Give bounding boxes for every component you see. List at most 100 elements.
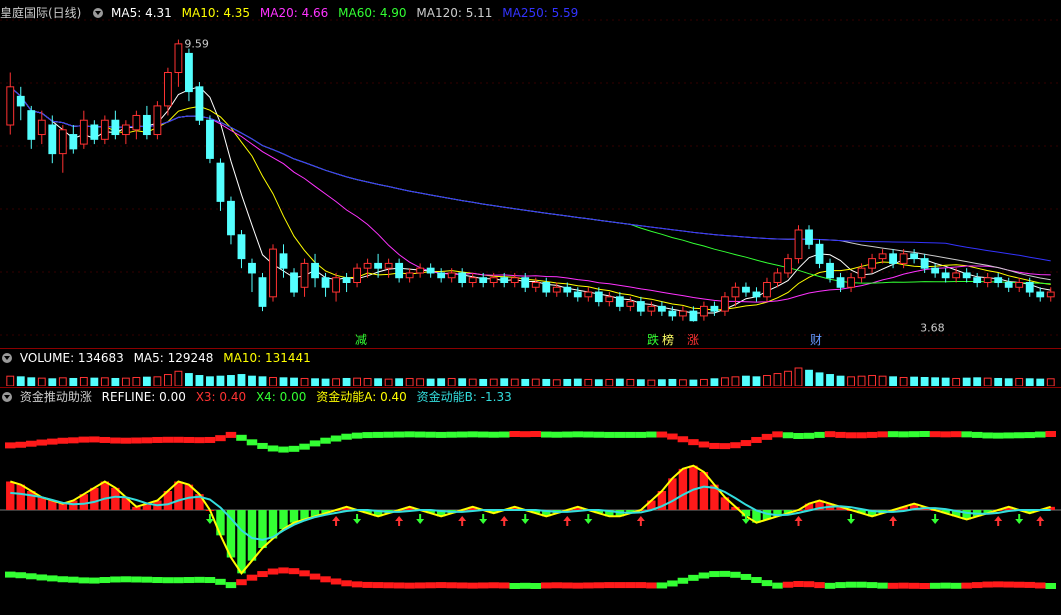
candle-body <box>69 134 78 150</box>
candle-body <box>605 296 614 303</box>
volume-bar <box>90 377 99 386</box>
upper-envelope-step <box>982 432 993 439</box>
lower-envelope-step <box>446 582 457 589</box>
candle-body <box>878 253 887 260</box>
volume-bar <box>563 378 572 386</box>
volume-bar <box>983 377 992 386</box>
candle-body <box>647 305 656 312</box>
candle-body <box>279 253 288 269</box>
lower-envelope-step <box>1034 582 1046 589</box>
volume-bar <box>878 375 887 386</box>
upper-envelope-step <box>141 437 153 444</box>
volume-bar <box>962 377 971 386</box>
fund-b-label: 资金动能B: -1.33 <box>416 390 512 404</box>
volume-bar <box>174 370 183 386</box>
fund-bar <box>216 510 225 536</box>
volume-bar <box>100 377 109 386</box>
volume-bar <box>773 373 782 386</box>
lower-envelope-step <box>646 582 657 589</box>
event-marker-cai[interactable]: 财 <box>810 333 822 347</box>
lower-envelope-step <box>120 576 132 583</box>
candle-body <box>290 272 298 293</box>
candle-body <box>889 253 898 264</box>
lower-envelope-step <box>635 582 647 589</box>
sell-arrow-icon <box>584 514 593 524</box>
volume-bar <box>311 378 319 386</box>
volume-bar <box>342 377 351 386</box>
ma-line-ma5 <box>9 86 1051 314</box>
volume-bar <box>784 370 792 386</box>
collapse-icon[interactable] <box>93 8 104 18</box>
candle-body <box>626 301 635 307</box>
lower-envelope-step <box>866 582 878 589</box>
upper-envelope-step <box>541 431 552 438</box>
upper-envelope-step <box>1024 432 1035 439</box>
lower-envelope-step <box>236 579 247 586</box>
volume-pane[interactable] <box>0 366 1061 386</box>
lower-envelope-step <box>215 578 226 585</box>
event-marker-bang[interactable]: 榜 <box>662 333 674 347</box>
candle-body <box>79 119 88 145</box>
lower-envelope-step <box>761 580 773 587</box>
lower-envelope-step <box>709 571 720 578</box>
upper-envelope-step <box>162 436 174 443</box>
volume-bar <box>668 378 677 386</box>
volume-bar <box>531 378 540 386</box>
upper-envelope-step <box>709 442 720 449</box>
candle-body <box>794 229 803 260</box>
volume-bar <box>447 377 456 386</box>
lower-envelope-step <box>982 581 993 588</box>
fund-bar <box>100 481 110 510</box>
candle-body <box>952 272 961 279</box>
volume-bar <box>710 378 719 386</box>
lower-envelope-step <box>751 577 762 584</box>
volume-bar <box>37 377 46 386</box>
volume-bar <box>500 378 509 386</box>
volume-bar <box>941 377 950 386</box>
collapse-icon[interactable] <box>2 392 12 402</box>
lower-envelope-step <box>845 581 857 588</box>
candle-body <box>615 296 624 307</box>
lower-envelope-step <box>246 574 258 581</box>
candle-body <box>805 229 813 245</box>
pane-divider[interactable] <box>0 387 1061 388</box>
ma10-label: MA10: 4.35 <box>181 6 251 20</box>
upper-envelope-step <box>898 431 909 438</box>
candle-body <box>479 277 488 283</box>
volume-bar <box>48 378 57 386</box>
event-marker-zhang[interactable]: 涨 <box>687 333 699 347</box>
candle-body <box>248 262 256 274</box>
lower-envelope-step <box>152 577 163 584</box>
event-marker-die[interactable]: 跌 <box>647 333 659 347</box>
upper-envelope-step <box>625 431 636 438</box>
lower-envelope-step <box>562 582 573 589</box>
collapse-icon[interactable] <box>2 353 12 363</box>
candle-body <box>426 267 435 274</box>
upper-envelope-step <box>204 436 216 443</box>
lower-envelope-step <box>667 580 678 587</box>
candle-body <box>311 262 319 279</box>
fund-bar <box>174 481 183 510</box>
candle-body <box>521 277 530 288</box>
price-pane[interactable]: 9.59 3.68 <box>0 0 1061 348</box>
candle-body <box>1025 282 1034 293</box>
lower-envelope-step <box>688 574 699 581</box>
upper-envelope-step <box>919 431 930 437</box>
candle-body <box>206 119 214 159</box>
lower-envelope-step <box>950 582 962 589</box>
pane-divider[interactable] <box>0 348 1061 349</box>
upper-envelope-step <box>446 431 457 438</box>
volume-bar <box>395 378 404 386</box>
upper-envelope-step <box>267 445 279 452</box>
upper-envelope-step <box>761 433 773 440</box>
upper-envelope-step <box>782 432 794 439</box>
upper-envelope-step <box>194 437 205 444</box>
lower-envelope-step <box>793 581 804 588</box>
fund-pane[interactable] <box>0 405 1061 615</box>
lower-envelope-step <box>656 582 668 589</box>
candle-body <box>300 262 309 288</box>
event-marker-jian[interactable]: 减 <box>355 333 367 347</box>
candle-body <box>763 282 771 298</box>
volume-bar <box>584 378 593 386</box>
candle-body <box>121 124 130 136</box>
